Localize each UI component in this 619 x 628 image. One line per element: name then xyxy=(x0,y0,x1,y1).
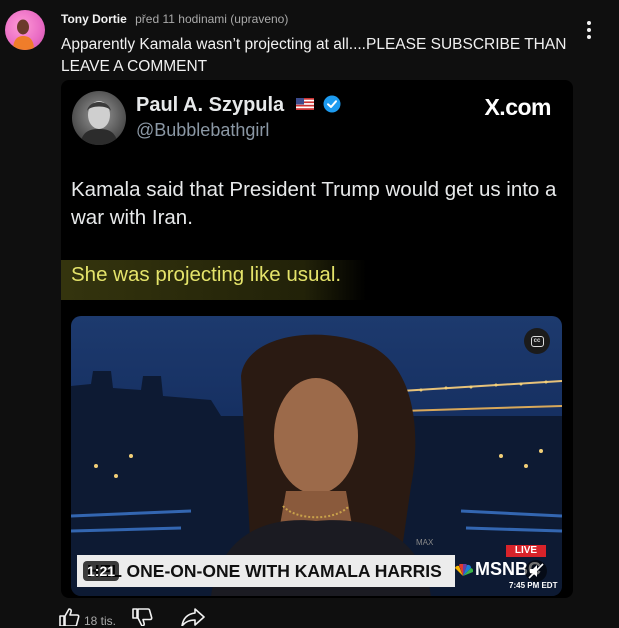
video-watermark: MAX xyxy=(416,538,434,547)
comment-text: Apparently Kamala wasn’t projecting at a… xyxy=(61,36,567,75)
live-badge: LIVE xyxy=(506,545,546,557)
broadcast-clock: 7:45 PM EDT xyxy=(509,581,558,590)
more-vert-icon[interactable] xyxy=(580,18,598,44)
tweet-highlighted-text: She was projecting like usual. xyxy=(71,263,342,286)
commenter-avatar[interactable] xyxy=(5,10,45,50)
video-duration: 1:21 xyxy=(83,561,120,581)
video-frame[interactable]: cc MAX HEL ONE-ON-ONE WITH KAMALA HARRIS… xyxy=(71,316,562,596)
comment-timestamp[interactable]: před 11 hodinami (upraveno) xyxy=(135,12,288,26)
mute-icon[interactable] xyxy=(525,560,547,582)
news-chyron: HEL ONE-ON-ONE WITH KAMALA HARRIS xyxy=(77,555,455,587)
peacock-icon xyxy=(455,564,473,576)
video-scene xyxy=(71,334,562,596)
comment-header: Tony Dortie před 11 hodinami (upraveno) xyxy=(61,12,288,26)
closed-captions-icon[interactable]: cc xyxy=(524,328,550,354)
tweet-avatar xyxy=(72,91,126,145)
comment-attachment[interactable]: Paul A. Szypula @Bubblebathgirl X.com Ka… xyxy=(61,80,573,598)
verified-badge-icon xyxy=(323,95,341,113)
tweet-author-name: Paul A. Szypula xyxy=(136,94,341,117)
tweet-text: Kamala said that President Trump would g… xyxy=(71,178,557,229)
comment-author[interactable]: Tony Dortie xyxy=(61,12,127,26)
thumb-down-icon[interactable] xyxy=(131,608,153,626)
tweet-handle: @Bubblebathgirl xyxy=(136,120,270,140)
tweet-author-name-text: Paul A. Szypula xyxy=(136,94,285,116)
x-logo: X.com xyxy=(484,94,551,120)
us-flag-icon xyxy=(295,98,314,110)
share-icon[interactable] xyxy=(181,608,205,626)
thumb-up-icon[interactable] xyxy=(58,608,80,626)
